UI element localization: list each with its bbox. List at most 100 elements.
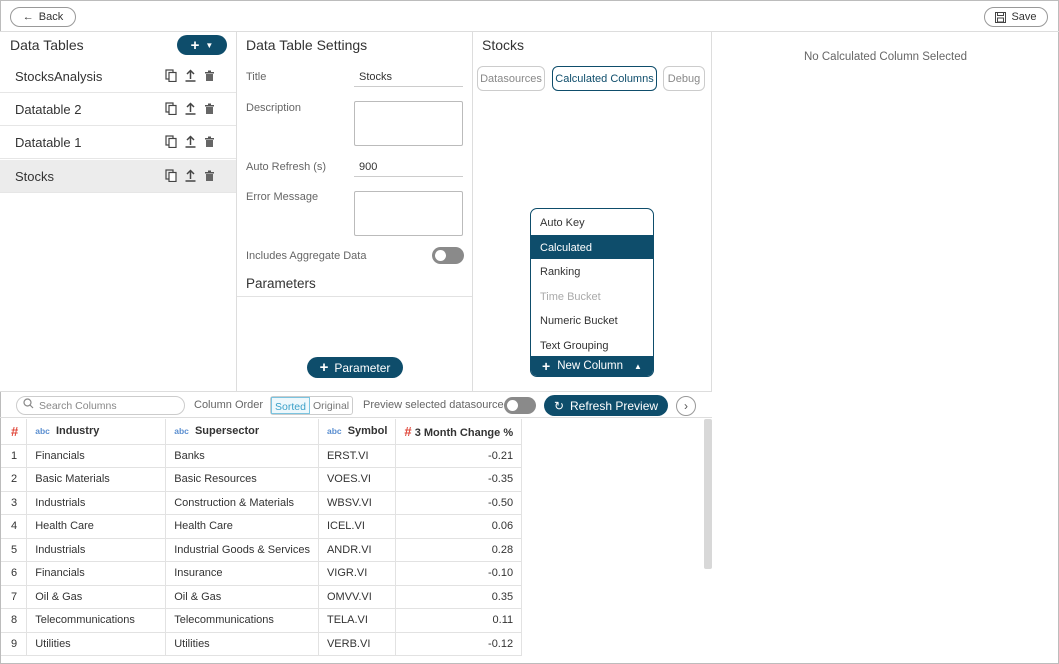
tab-calculated-columns[interactable]: Calculated Columns [552, 66, 657, 91]
table-cell: Basic Materials [26, 467, 167, 492]
menu-item-numeric-bucket[interactable]: Numeric Bucket [531, 308, 653, 332]
table-cell: Financials [26, 444, 167, 468]
table-row: 9 Utilities Utilities VERB.VI -0.12 [1, 632, 523, 656]
floppy-disk-icon [995, 11, 1007, 23]
plus-icon: + [190, 36, 200, 54]
row-index: 5 [1, 538, 28, 562]
row-index: 4 [1, 514, 28, 539]
menu-item-auto-key[interactable]: Auto Key [531, 210, 653, 234]
settings-title: Data Table Settings [246, 37, 368, 53]
auto-refresh-input[interactable]: 900 [354, 157, 463, 177]
text-type-icon: abc [35, 426, 50, 437]
trash-icon[interactable] [203, 102, 216, 115]
numeric-type-icon: # [404, 423, 412, 439]
sorted-option[interactable]: Sorted [271, 397, 310, 414]
copy-icon[interactable] [165, 69, 178, 82]
table-cell: ERST.VI [318, 444, 397, 468]
save-button[interactable]: Save [984, 7, 1048, 27]
upload-icon[interactable] [184, 69, 197, 82]
column-header[interactable]: abc Supersector [165, 419, 319, 445]
divider [237, 296, 472, 297]
table-cell: 0.06 [395, 514, 523, 539]
data-table-item[interactable]: Datatable 1 [0, 126, 236, 159]
menu-item-calculated[interactable]: Calculated [531, 234, 653, 259]
auto-refresh-label: Auto Refresh (s) [246, 161, 327, 173]
column-header-label: Symbol [347, 425, 388, 438]
aggregate-toggle[interactable] [432, 247, 464, 264]
column-order-toggle: Sorted Original [270, 396, 354, 415]
table-cell: Industrials [26, 491, 167, 515]
copy-icon[interactable] [165, 102, 178, 115]
trash-icon[interactable] [203, 135, 216, 148]
data-table-item[interactable]: Stocks [0, 160, 236, 193]
data-table-item[interactable]: StocksAnalysis [0, 60, 236, 93]
data-table-label: Datatable 1 [15, 134, 82, 150]
menu-item-ranking[interactable]: Ranking [531, 259, 653, 283]
caret-up-icon: ▲ [634, 361, 642, 371]
upload-icon[interactable] [184, 102, 197, 115]
description-label: Description [246, 102, 302, 114]
add-parameter-button[interactable]: + Parameter [307, 357, 403, 378]
arrow-left-icon: ← [22, 11, 34, 23]
copy-icon[interactable] [165, 135, 178, 148]
table-row: 2 Basic Materials Basic Resources VOES.VI -0… [1, 467, 523, 492]
tab-debug[interactable]: Debug [663, 66, 705, 91]
table-row: 8 Telecommunications Telecommunications TEL… [1, 608, 523, 633]
title-input[interactable]: Stocks [354, 67, 463, 87]
preview-table: # abc Industry abc Supersector abc Symbol # … [1, 419, 523, 656]
tab-datasources[interactable]: Datasources [477, 66, 545, 91]
row-index: 9 [1, 632, 28, 656]
table-cell: Financials [26, 561, 167, 586]
row-index: 3 [1, 491, 28, 515]
table-row: 7 Oil & Gas Oil & Gas OMVV.VI 0.35 [1, 585, 523, 609]
column-header-label: Industry [55, 425, 100, 438]
original-option[interactable]: Original [310, 397, 352, 414]
column-order-label: Column Order [194, 399, 264, 411]
row-index: 8 [1, 608, 28, 633]
parameter-button-label: Parameter [334, 360, 391, 375]
data-table-label: StocksAnalysis [15, 68, 103, 84]
description-textarea[interactable] [354, 101, 463, 146]
table-cell: Utilities [165, 632, 319, 656]
vertical-scrollbar[interactable] [704, 419, 712, 569]
upload-icon[interactable] [184, 169, 197, 182]
data-tables-panel: Data Tables + ▼ StocksAnalysis Datatable … [0, 32, 237, 391]
table-cell: TELA.VI [318, 608, 397, 633]
table-header-row: # abc Industry abc Supersector abc Symbol # … [1, 419, 523, 445]
save-label: Save [1011, 11, 1037, 23]
row-index: 1 [1, 444, 28, 468]
table-cell: WBSV.VI [318, 491, 397, 515]
table-cell: Health Care [165, 514, 319, 539]
table-cell: Oil & Gas [165, 585, 319, 609]
upload-icon[interactable] [184, 135, 197, 148]
preview-datasource-toggle[interactable] [504, 397, 536, 414]
empty-state-message: No Calculated Column Selected [803, 51, 967, 63]
table-cell: -0.21 [395, 444, 523, 468]
table-cell: 0.28 [395, 538, 523, 562]
chevron-right-icon[interactable]: › [676, 396, 696, 416]
error-message-textarea[interactable] [354, 191, 463, 236]
table-cell: ICEL.VI [318, 514, 397, 539]
trash-icon[interactable] [203, 69, 216, 82]
refresh-preview-button[interactable]: ↻ Refresh Preview [544, 395, 668, 416]
preview-datasource-label: Preview selected datasource [363, 399, 504, 411]
back-button[interactable]: ← Back [10, 7, 76, 27]
new-column-menu: Auto Key Calculated Ranking Time Bucket Nume… [530, 208, 654, 377]
copy-icon[interactable] [165, 169, 178, 182]
table-cell: Construction & Materials [165, 491, 319, 515]
row-index: 6 [1, 561, 28, 586]
trash-icon[interactable] [203, 169, 216, 182]
add-data-table-button[interactable]: + ▼ [177, 35, 227, 55]
table-row: 5 Industrials Industrial Goods & Services A… [1, 538, 523, 562]
table-row: 3 Industrials Construction & Materials WBSV… [1, 491, 523, 515]
column-header[interactable]: abc Symbol [318, 419, 397, 445]
text-type-icon: abc [174, 426, 189, 437]
column-header[interactable]: # 3 Month Change % [395, 419, 523, 445]
new-column-button[interactable]: + New Column ▲ [531, 356, 653, 376]
menu-item-text-grouping[interactable]: Text Grouping [531, 333, 653, 357]
data-table-item[interactable]: Datatable 2 [0, 93, 236, 126]
table-row: 4 Health Care Health Care ICEL.VI 0.06 [1, 514, 523, 539]
column-header[interactable]: abc Industry [26, 419, 167, 445]
table-cell: Telecommunications [165, 608, 319, 633]
search-columns-input[interactable]: Search Columns [16, 396, 185, 415]
